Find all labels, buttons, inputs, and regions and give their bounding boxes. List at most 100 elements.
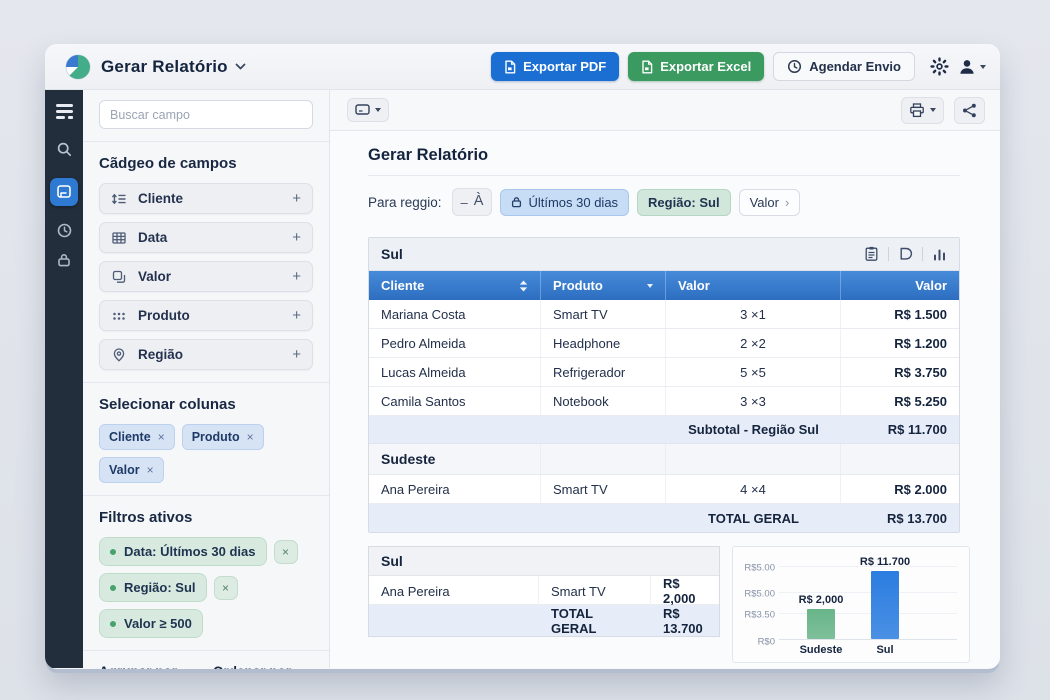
- field-item-regiao[interactable]: Região +: [99, 339, 313, 370]
- comment-box-icon: [355, 104, 370, 116]
- column-chip-valor[interactable]: Valor ×: [99, 457, 164, 483]
- comment-bubble-icon[interactable]: [898, 247, 913, 261]
- sort-list-icon: [111, 191, 127, 207]
- filter-chip-regiao[interactable]: Região: Sul: [99, 573, 207, 602]
- divider: [922, 247, 923, 261]
- main-area: Gerar Relatório Para reggio: – À Últímos…: [330, 90, 1000, 668]
- remove-icon[interactable]: ×: [158, 430, 165, 444]
- filter-bar-label: Para reggio:: [368, 195, 442, 210]
- table-grid-icon: [111, 230, 127, 246]
- group-by-label: Agrupar por:: [99, 664, 199, 669]
- table-row[interactable]: Pedro Almeida Headphone 2 ×2 R$ 1.200: [369, 329, 959, 358]
- export-pdf-button[interactable]: Exportar PDF: [491, 52, 619, 81]
- search-input[interactable]: [99, 100, 313, 129]
- titlebar: Gerar Relatório Exportar PDF Exportar Ex…: [45, 44, 1000, 90]
- add-field-icon[interactable]: +: [292, 229, 301, 246]
- add-field-icon[interactable]: +: [292, 190, 301, 207]
- divider: [83, 650, 329, 651]
- caret-down-icon: [375, 108, 381, 112]
- summary-total-row: TOTAL GERAL R$ 13.700: [369, 605, 719, 636]
- selected-columns: Cliente × Produto × Valor ×: [99, 424, 313, 483]
- share-icon: [962, 103, 977, 118]
- settings-gear-icon[interactable]: [930, 57, 949, 76]
- map-pin-icon: [111, 347, 127, 363]
- value-filter-chip[interactable]: Valor ›: [739, 189, 801, 216]
- table-section-sudeste: Sudeste: [369, 444, 959, 475]
- date-filter-chip[interactable]: Últímos 30 dias: [500, 189, 629, 216]
- sort-icon[interactable]: [519, 280, 528, 292]
- subtotal-row: Subtotal - Região Sul R$ 11.700: [369, 416, 959, 444]
- titlebar-actions: Exportar PDF Exportar Excel Agendar Envi…: [491, 52, 986, 81]
- main-toolbar: [330, 90, 1000, 131]
- history-clock-icon[interactable]: [56, 222, 73, 239]
- filter-chip-valor[interactable]: Valor ≥ 500: [99, 609, 203, 638]
- export-excel-button[interactable]: Exportar Excel: [628, 52, 764, 81]
- field-item-valor[interactable]: Valor +: [99, 261, 313, 292]
- search-icon[interactable]: [56, 141, 73, 158]
- filter-dot-icon: [110, 549, 116, 555]
- share-button[interactable]: [954, 97, 985, 124]
- file-pdf-icon: [504, 60, 516, 74]
- column-header-produto[interactable]: Produto: [541, 271, 666, 300]
- columns-heading: Selecionar colunas: [99, 396, 313, 413]
- report-content: Gerar Relatório Para reggio: – À Últímos…: [330, 131, 1000, 668]
- field-panel: Cãdgeo de campos Cliente + Data: [83, 90, 330, 668]
- field-item-cliente[interactable]: Cliente +: [99, 183, 313, 214]
- lock-icon[interactable]: [56, 252, 72, 268]
- table-row[interactable]: Lucas Almeida Refrigerador 5 ×5 R$ 3.750: [369, 358, 959, 387]
- date-range-chip[interactable]: – À: [452, 188, 493, 216]
- column-chip-produto[interactable]: Produto ×: [182, 424, 264, 450]
- print-button[interactable]: [901, 97, 944, 124]
- schedule-send-button[interactable]: Agendar Envio: [773, 52, 915, 81]
- region-filter-chip[interactable]: Região: Sul: [637, 189, 731, 216]
- report-title: Gerar Relatório: [368, 146, 960, 176]
- clipboard-icon[interactable]: [864, 246, 879, 262]
- report-filter-bar: Para reggio: – À Últímos 30 dias Região:…: [368, 188, 980, 216]
- view-mode-button[interactable]: [347, 98, 389, 122]
- column-chart-icon[interactable]: [932, 247, 947, 262]
- copy-squares-icon: [111, 269, 127, 285]
- table-row[interactable]: Mariana Costa Smart TV 3 ×1 R$ 1.500: [369, 300, 959, 329]
- app-logo-pie-icon: [65, 54, 91, 80]
- divider: [83, 382, 329, 383]
- printer-icon: [909, 103, 925, 118]
- column-chip-cliente[interactable]: Cliente ×: [99, 424, 175, 450]
- table-row[interactable]: Ana Pereira Smart TV 4 ×4 R$ 2.000: [369, 475, 959, 504]
- column-header-cliente[interactable]: Cliente: [369, 271, 541, 300]
- table-section-sul: Sul: [369, 238, 959, 271]
- table-row[interactable]: Ana Pereira Smart TV R$ 2,000: [369, 576, 719, 605]
- menu-icon[interactable]: [56, 104, 73, 119]
- bar-sudeste[interactable]: [807, 609, 835, 639]
- add-field-icon[interactable]: +: [292, 268, 301, 285]
- title-chevron-down-icon[interactable]: [235, 63, 246, 70]
- remove-icon[interactable]: ×: [247, 430, 254, 444]
- add-field-icon[interactable]: +: [292, 307, 301, 324]
- table-header-row: Cliente Produto Valor: [369, 271, 959, 300]
- catalog-heading: Cãdgeo de campos: [99, 155, 313, 172]
- remove-icon[interactable]: ×: [147, 463, 154, 477]
- filters-heading: Filtros ativos: [99, 509, 313, 526]
- grand-total-row: TOTAL GERAL R$ 13.700: [369, 504, 959, 532]
- divider: [83, 141, 329, 142]
- dots-grid-icon: [111, 308, 127, 324]
- summary-table: Sul Ana Pereira Smart TV R$ 2,000 TOTAL …: [368, 546, 720, 637]
- filter-chip-data[interactable]: Data: Últímos 30 dias: [99, 537, 267, 566]
- app-title: Gerar Relatório: [101, 57, 228, 77]
- user-menu[interactable]: [958, 58, 986, 76]
- field-item-produto[interactable]: Produto +: [99, 300, 313, 331]
- chart-plot-area: R$ 2,000 Sudeste R$ 11.700 Sul: [779, 561, 957, 640]
- column-header-valor[interactable]: Valor: [666, 271, 841, 300]
- column-header-valor2[interactable]: Valor: [841, 271, 959, 300]
- divider: [83, 495, 329, 496]
- file-excel-icon: [641, 60, 653, 74]
- add-field-icon[interactable]: +: [292, 346, 301, 363]
- field-item-data[interactable]: Data +: [99, 222, 313, 253]
- remove-filter-button[interactable]: ×: [214, 576, 238, 600]
- remove-filter-button[interactable]: ×: [274, 540, 298, 564]
- saved-reports-icon[interactable]: [50, 178, 78, 206]
- bar-sul[interactable]: [871, 571, 899, 639]
- chart-y-axis: R$5.00 R$5.00 R$3.50 R$0: [741, 561, 779, 640]
- caret-down-icon: [647, 284, 653, 288]
- caret-down-icon: [930, 108, 936, 112]
- table-row[interactable]: Camila Santos Notebook 3 ×3 R$ 5.250: [369, 387, 959, 416]
